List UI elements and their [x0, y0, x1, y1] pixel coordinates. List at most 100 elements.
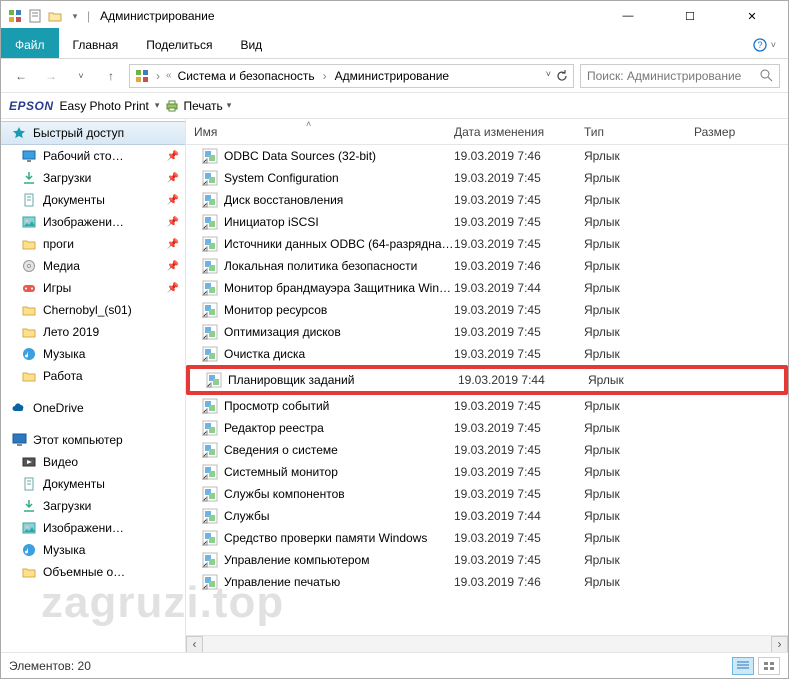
breadcrumb-overflow[interactable]: «: [166, 70, 172, 81]
file-date: 19.03.2019 7:45: [454, 171, 584, 185]
ribbon-tab-file[interactable]: Файл: [1, 28, 59, 58]
file-row[interactable]: System Configuration19.03.2019 7:45Ярлык: [186, 167, 788, 189]
horizontal-scrollbar[interactable]: ‹ ›: [186, 635, 788, 652]
sidebar-item[interactable]: Загрузки: [1, 495, 185, 517]
epson-print-button[interactable]: Печать ▾: [165, 99, 231, 113]
maximize-button[interactable]: ☐: [670, 2, 710, 30]
file-row[interactable]: Службы19.03.2019 7:44Ярлык: [186, 505, 788, 527]
ribbon-tab-home[interactable]: Главная: [59, 31, 133, 58]
file-type: Ярлык: [584, 443, 694, 457]
title-bar: ▾ | Администрирование — ☐ ✕: [1, 1, 788, 31]
address-bar-row: ← → ˅ ↑ › « Система и безопасность › Адм…: [1, 59, 788, 93]
file-row[interactable]: Средство проверки памяти Windows19.03.20…: [186, 527, 788, 549]
pin-icon: 📌: [167, 283, 179, 294]
search-box[interactable]: Поиск: Администрирование: [580, 64, 780, 88]
file-row[interactable]: Управление компьютером19.03.2019 7:45Ярл…: [186, 549, 788, 571]
minimize-button[interactable]: —: [608, 2, 648, 30]
column-header-name[interactable]: Имя: [186, 125, 446, 139]
file-row[interactable]: Службы компонентов19.03.2019 7:45Ярлык: [186, 483, 788, 505]
file-name: Управление компьютером: [224, 553, 369, 567]
sidebar-item[interactable]: Документы: [1, 473, 185, 495]
file-list[interactable]: ODBC Data Sources (32-bit)19.03.2019 7:4…: [186, 145, 788, 635]
epson-product-label: Easy Photo Print: [60, 99, 149, 113]
file-row[interactable]: Очистка диска19.03.2019 7:45Ярлык: [186, 343, 788, 365]
view-details-button[interactable]: [732, 657, 754, 675]
file-date: 19.03.2019 7:45: [454, 193, 584, 207]
epson-dropdown-icon[interactable]: ▾: [155, 100, 160, 111]
file-row[interactable]: Источники данных ODBC (64-разрядна…19.03…: [186, 233, 788, 255]
sidebar-item[interactable]: Работа: [1, 365, 185, 387]
file-row[interactable]: Оптимизация дисков19.03.2019 7:45Ярлык: [186, 321, 788, 343]
file-row[interactable]: Системный монитор19.03.2019 7:45Ярлык: [186, 461, 788, 483]
sidebar-item[interactable]: Видео: [1, 451, 185, 473]
column-header-type[interactable]: Тип: [576, 125, 686, 139]
file-row[interactable]: ODBC Data Sources (32-bit)19.03.2019 7:4…: [186, 145, 788, 167]
breadcrumb-sep[interactable]: ›: [321, 69, 329, 83]
sidebar-quick-access[interactable]: Быстрый доступ: [1, 121, 185, 145]
file-name: Локальная политика безопасности: [224, 259, 417, 273]
sidebar-item[interactable]: Игры📌: [1, 277, 185, 299]
file-row[interactable]: Просмотр событий19.03.2019 7:45Ярлык: [186, 395, 788, 417]
refresh-icon[interactable]: [555, 69, 569, 83]
file-date: 19.03.2019 7:46: [454, 575, 584, 589]
breadcrumb-sep[interactable]: ›: [154, 69, 162, 83]
file-row[interactable]: Инициатор iSCSI19.03.2019 7:45Ярлык: [186, 211, 788, 233]
file-row[interactable]: Диск восстановления19.03.2019 7:45Ярлык: [186, 189, 788, 211]
sidebar-item[interactable]: Объемные о…: [1, 561, 185, 583]
search-icon: [760, 69, 773, 82]
qat-dropdown-icon[interactable]: ▾: [67, 8, 83, 24]
properties-icon[interactable]: [27, 8, 43, 24]
file-row[interactable]: Монитор ресурсов19.03.2019 7:45Ярлык: [186, 299, 788, 321]
ribbon-tab-share[interactable]: Поделиться: [132, 31, 226, 58]
file-type: Ярлык: [584, 487, 694, 501]
ribbon-help-icon[interactable]: ? ˅: [741, 31, 788, 58]
sidebar-item[interactable]: Изображени…📌: [1, 211, 185, 233]
sidebar-item[interactable]: Chernobyl_(s01): [1, 299, 185, 321]
file-type: Ярлык: [584, 509, 694, 523]
sidebar-item[interactable]: Лето 2019: [1, 321, 185, 343]
file-row[interactable]: Редактор реестра19.03.2019 7:45Ярлык: [186, 417, 788, 439]
sidebar-item-label: Медиа: [43, 259, 80, 273]
sidebar-item[interactable]: Документы📌: [1, 189, 185, 211]
sidebar-item[interactable]: Рабочий сто…📌: [1, 145, 185, 167]
new-folder-icon[interactable]: [47, 8, 63, 24]
ribbon-tab-view[interactable]: Вид: [226, 31, 276, 58]
file-date: 19.03.2019 7:45: [454, 215, 584, 229]
breadcrumb-administration[interactable]: Администрирование: [333, 69, 451, 83]
sidebar-item[interactable]: Изображени…: [1, 517, 185, 539]
address-bar[interactable]: › « Система и безопасность › Администрир…: [129, 64, 574, 88]
nav-back-button[interactable]: ←: [9, 64, 33, 88]
column-headers[interactable]: ˄ Имя Дата изменения Тип Размер: [186, 119, 788, 145]
file-row[interactable]: Управление печатью19.03.2019 7:46Ярлык: [186, 571, 788, 593]
nav-up-button[interactable]: ↑: [99, 64, 123, 88]
nav-recent-dropdown[interactable]: ˅: [69, 64, 93, 88]
file-name: Монитор брандмауэра Защитника Win…: [224, 281, 451, 295]
scroll-right-icon[interactable]: ›: [771, 636, 788, 653]
sidebar-item[interactable]: Загрузки📌: [1, 167, 185, 189]
nav-forward-button[interactable]: →: [39, 64, 63, 88]
shortcut-icon: [202, 324, 218, 340]
file-type: Ярлык: [584, 553, 694, 567]
folder-icon: [21, 214, 37, 230]
close-button[interactable]: ✕: [732, 2, 772, 30]
file-row[interactable]: Монитор брандмауэра Защитника Win…19.03.…: [186, 277, 788, 299]
file-name: System Configuration: [224, 171, 339, 185]
scroll-left-icon[interactable]: ‹: [186, 636, 203, 653]
sidebar-item[interactable]: Музыка: [1, 539, 185, 561]
sidebar-this-pc[interactable]: Этот компьютер: [1, 429, 185, 451]
sidebar-item[interactable]: Музыка: [1, 343, 185, 365]
addr-dropdown-icon[interactable]: ˅: [546, 69, 551, 83]
file-row[interactable]: Локальная политика безопасности19.03.201…: [186, 255, 788, 277]
column-header-date[interactable]: Дата изменения: [446, 125, 576, 139]
file-row[interactable]: Сведения о системе19.03.2019 7:45Ярлык: [186, 439, 788, 461]
sidebar-item[interactable]: Медиа📌: [1, 255, 185, 277]
breadcrumb-system-security[interactable]: Система и безопасность: [176, 69, 317, 83]
folder-icon: [21, 258, 37, 274]
sidebar-onedrive[interactable]: OneDrive: [1, 397, 185, 419]
column-header-size[interactable]: Размер: [686, 125, 788, 139]
sidebar-item[interactable]: проги📌: [1, 233, 185, 255]
file-name: Инициатор iSCSI: [224, 215, 319, 229]
navigation-pane[interactable]: Быстрый доступ Рабочий сто…📌Загрузки📌Док…: [1, 119, 186, 652]
file-row[interactable]: Планировщик заданий19.03.2019 7:44Ярлык: [190, 369, 784, 391]
view-large-icons-button[interactable]: [758, 657, 780, 675]
